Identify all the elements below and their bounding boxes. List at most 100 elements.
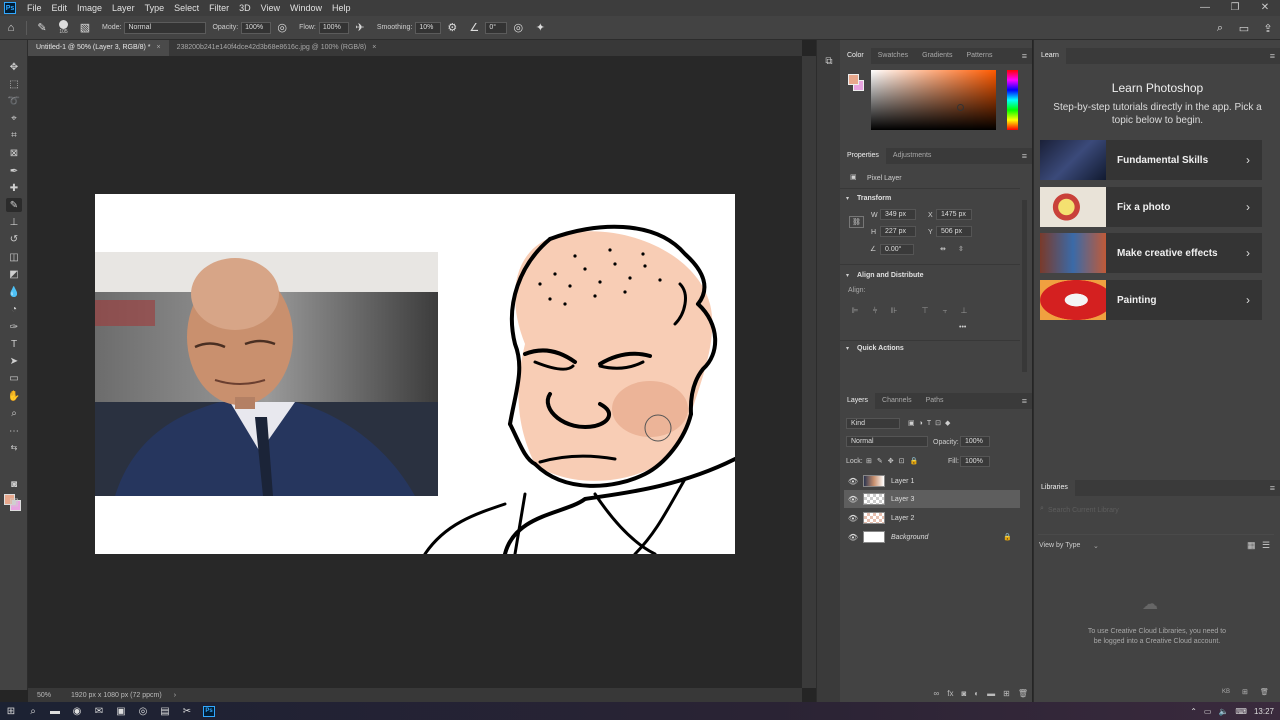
tab-paths[interactable]: Paths [919, 393, 951, 409]
learn-card-fundamental-skills[interactable]: Fundamental Skills › [1040, 140, 1262, 180]
eyedropper-tool-icon[interactable]: ✒ [6, 164, 22, 178]
minimize-button[interactable]: — [1190, 0, 1220, 16]
panel-menu-icon[interactable]: ≡ [1022, 48, 1027, 64]
eraser-tool-icon[interactable]: ◫ [6, 250, 22, 264]
learn-card-make-creative-effects[interactable]: Make creative effects › [1040, 233, 1262, 273]
library-select[interactable] [1038, 524, 1274, 535]
chevron-down-icon[interactable]: ▾ [846, 195, 849, 202]
layer-name[interactable]: Background [891, 534, 1003, 541]
layer-opacity-field[interactable]: 100% [960, 436, 990, 447]
link-icon[interactable]: ⛓ [849, 216, 864, 228]
trash-icon[interactable]: 🗑 [1260, 688, 1269, 696]
fill-field[interactable]: 100% [960, 456, 990, 467]
document-canvas[interactable] [95, 194, 735, 554]
panel-menu-icon[interactable]: ≡ [1270, 48, 1275, 64]
zoom-level[interactable]: 50% [37, 692, 51, 699]
eye-icon[interactable]: 👁 [847, 514, 859, 523]
store-app-icon[interactable]: ▣ [110, 702, 132, 720]
flip-horizontal-icon[interactable]: ⇹ [940, 245, 946, 253]
tab-swatches[interactable]: Swatches [871, 48, 915, 64]
share-icon[interactable]: ⇪ [1260, 20, 1276, 36]
swap-colors-icon[interactable]: ⇆ [6, 440, 22, 454]
zoom-tool-icon[interactable]: ⌕ [6, 406, 22, 420]
panel-menu-icon[interactable]: ≡ [1022, 148, 1027, 164]
align-bottom-icon[interactable]: ⊥ [959, 306, 969, 316]
brush-size-picker[interactable]: 105 [59, 20, 68, 35]
vertical-scrollbar[interactable] [802, 56, 816, 688]
chevron-down-icon[interactable]: ⌄ [1093, 542, 1099, 550]
angle-field[interactable]: 0° [485, 21, 508, 34]
tab-jpg-document[interactable]: 238200b241e140f4dce42d3b68e8616c.jpg @ 1… [168, 40, 385, 56]
close-icon[interactable]: × [372, 44, 376, 51]
menu-window[interactable]: Window [285, 0, 327, 16]
menu-file[interactable]: File [22, 0, 47, 16]
gear-icon[interactable]: ⚙ [444, 20, 460, 36]
new-layer-icon[interactable]: ⊞ [1003, 689, 1010, 698]
tray-chevron-icon[interactable]: ⌃ [1190, 707, 1197, 716]
windows-start-icon[interactable]: ⊞ [0, 702, 22, 720]
eye-icon[interactable]: 👁 [847, 533, 859, 542]
adjustment-layer-icon[interactable]: ◐ [974, 689, 979, 698]
history-panel-icon[interactable]: ⧉ [822, 56, 836, 70]
chrome-icon[interactable]: ◎ [132, 702, 154, 720]
opacity-field[interactable]: 100% [241, 21, 272, 34]
color-picker-field[interactable] [871, 70, 996, 130]
layer-row-background[interactable]: 👁 Background 🔒 [844, 528, 1020, 546]
more-options-icon[interactable]: ••• [959, 324, 966, 331]
grid-view-icon[interactable]: ▦ [1247, 540, 1256, 551]
clone-stamp-tool-icon[interactable]: ⊥ [6, 215, 22, 229]
workspace-icon[interactable]: ▭ [1236, 20, 1252, 36]
lock-icons[interactable]: ⊞✎✥⊡🔒 [866, 457, 923, 465]
network-icon[interactable]: ▭ [1204, 707, 1212, 716]
tab-learn[interactable]: Learn [1034, 48, 1066, 64]
menu-image[interactable]: Image [72, 0, 107, 16]
dodge-tool-icon[interactable]: ◔ [6, 302, 22, 316]
align-center-icon[interactable]: ⫩ [870, 306, 880, 316]
language-icon[interactable]: ⌨ [1235, 707, 1247, 716]
brush-settings-icon[interactable]: ▧ [77, 20, 93, 36]
pressure-size-icon[interactable]: ◎ [510, 20, 526, 36]
list-view-icon[interactable]: ☰ [1262, 540, 1270, 551]
frame-tool-icon[interactable]: ⊠ [6, 146, 22, 160]
flow-field[interactable]: 100% [318, 21, 349, 34]
quick-mask-icon[interactable]: ◙ [6, 477, 22, 491]
chevron-right-icon[interactable]: › [174, 692, 176, 699]
photoshop-logo-icon[interactable]: Ps [4, 2, 16, 14]
paint-bucket-tool-icon[interactable]: ◩ [6, 267, 22, 281]
app-icon[interactable]: ▤ [154, 702, 176, 720]
menu-view[interactable]: View [256, 0, 285, 16]
trash-icon[interactable]: 🗑 [1018, 689, 1028, 698]
tab-layers[interactable]: Layers [840, 393, 876, 409]
document-info[interactable]: 1920 px x 1080 px (72 ppcm) [71, 692, 162, 699]
airbrush-icon[interactable]: ✈ [352, 20, 368, 36]
tab-patterns[interactable]: Patterns [959, 48, 999, 64]
layer-name[interactable]: Layer 1 [891, 478, 914, 485]
y-field[interactable]: 506 px [936, 226, 972, 237]
menu-select[interactable]: Select [169, 0, 204, 16]
width-field[interactable]: 349 px [880, 209, 916, 220]
blur-tool-icon[interactable]: 💧 [6, 285, 22, 299]
link-layers-icon[interactable]: ∞ [934, 689, 940, 698]
history-brush-tool-icon[interactable]: ↺ [6, 232, 22, 246]
layer-row-layer-2[interactable]: 👁 Layer 2 [844, 509, 1020, 527]
layer-name[interactable]: Layer 2 [891, 515, 914, 522]
angle-field[interactable]: 0.00° [880, 244, 914, 255]
search-icon[interactable]: ⌕ [22, 702, 44, 720]
blend-mode-select[interactable]: Normal [846, 436, 928, 447]
eye-icon[interactable]: 👁 [847, 495, 859, 504]
chevron-down-icon[interactable]: ▾ [846, 345, 849, 352]
fx-icon[interactable]: fx [947, 689, 953, 698]
crop-tool-icon[interactable]: ⌗ [6, 128, 22, 142]
color-panel-foreground-swatch[interactable] [848, 74, 859, 85]
close-icon[interactable]: × [157, 44, 161, 51]
clock[interactable]: 13:27 [1254, 707, 1274, 716]
symmetry-icon[interactable]: ✦ [532, 20, 548, 36]
rectangle-tool-icon[interactable]: ▭ [6, 371, 22, 385]
layer-name[interactable]: Layer 3 [891, 496, 914, 503]
panel-menu-icon[interactable]: ≡ [1270, 480, 1275, 496]
brush-tool-preset-icon[interactable]: ✎ [34, 20, 50, 36]
tab-gradients[interactable]: Gradients [915, 48, 959, 64]
menu-filter[interactable]: Filter [204, 0, 234, 16]
view-by-type-select[interactable]: View by Type [1039, 542, 1080, 549]
mode-select[interactable]: Normal [124, 21, 207, 34]
